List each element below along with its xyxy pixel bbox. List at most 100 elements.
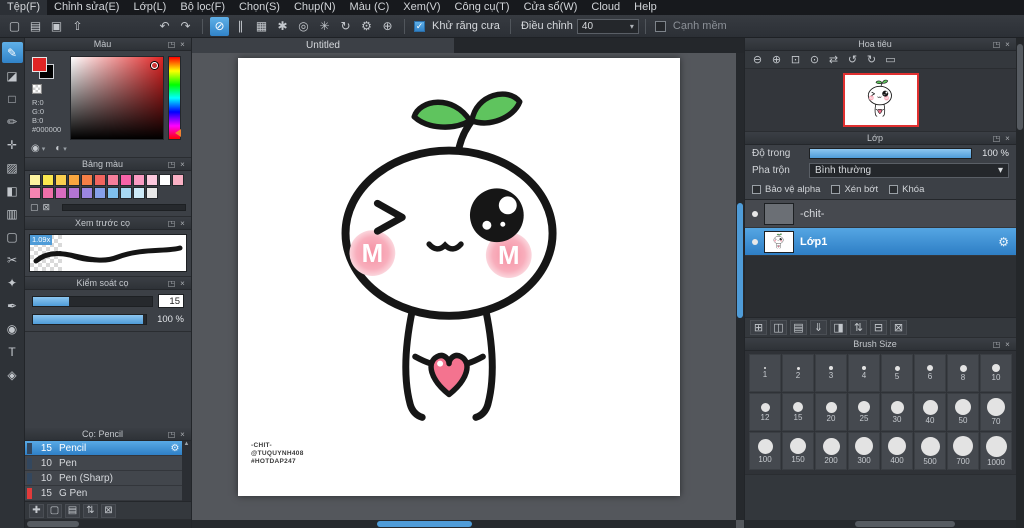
clipping-checkbox[interactable] [831,185,840,194]
brush-size-option[interactable]: 300 [848,432,880,470]
palette-swatch[interactable] [68,174,80,186]
popout-icon[interactable]: ◳ [166,160,177,169]
color-picker-cursor[interactable] [151,62,158,69]
brush-size-option[interactable]: 50 [947,393,979,431]
pen-nib-tool-button[interactable]: ✒ [2,295,23,316]
menu-edit[interactable]: Chỉnh sửa(E) [47,0,126,15]
close-icon[interactable]: × [1002,40,1013,49]
snap-radial-button[interactable]: ✳ [315,17,334,36]
marker-tool-button[interactable]: ▨ [2,157,23,178]
delete-layer-button[interactable]: ⊠ [890,320,907,335]
brush-size-option[interactable]: 100 [749,432,781,470]
hand-tool-button[interactable]: ◈ [2,364,23,385]
eyedropper-mode-icon[interactable]: ◉ [31,143,40,154]
adjust-dropdown[interactable]: 40 ▾ [577,19,639,34]
document-tab-untitled[interactable]: Untitled [192,38,454,53]
brush-size-option[interactable]: 25 [848,393,880,431]
snap-target-button[interactable]: ⊕ [378,17,397,36]
antialias-checkbox[interactable]: ✓ [414,21,425,32]
foreground-color-swatch[interactable] [32,57,47,72]
palette-swatch[interactable] [29,187,41,199]
palette-swatch[interactable] [55,187,67,199]
menu-tools[interactable]: Công cụ(T) [448,0,517,15]
snap-grid-button[interactable]: ▦ [252,17,271,36]
palette-swatch[interactable] [133,174,145,186]
scroll-up-icon[interactable]: ▲ [184,441,190,447]
palette-swatch[interactable] [172,174,184,186]
palette-swatch[interactable] [29,174,41,186]
menu-layer[interactable]: Lớp(L) [126,0,173,15]
clipping-button[interactable]: ◨ [830,320,847,335]
layer-opacity-slider[interactable] [809,148,972,159]
zoom-in-button[interactable]: ⊕ [768,52,785,67]
delete-swatch-button[interactable]: ⊠ [43,202,51,213]
eyedropper-tool-button[interactable]: ◉ [2,318,23,339]
canvas-vertical-scrollbar[interactable] [736,53,744,520]
brush-size-option[interactable]: 4 [848,354,880,392]
saturation-value-picker[interactable] [70,56,164,140]
palette-swatch[interactable] [159,174,171,186]
brush-size-option[interactable]: 12 [749,393,781,431]
popout-icon[interactable]: ◳ [166,430,177,439]
delete-brush-button[interactable]: ⊠ [101,504,116,518]
pen-tool-button[interactable]: ✏ [2,111,23,132]
canvas-horizontal-scrollbar[interactable] [192,520,736,528]
snap-settings-button[interactable]: ⚙ [357,17,376,36]
rotate-left-button[interactable]: ↺ [844,52,861,67]
brush-size-option[interactable]: 1000 [980,432,1012,470]
brush-size-slider[interactable] [32,296,153,307]
add-swatch-button[interactable]: ▢ [30,202,39,213]
zoom-fit-button[interactable]: ⊡ [787,52,804,67]
close-icon[interactable]: × [1002,134,1013,143]
left-column-hscrollbar[interactable] [25,520,191,528]
brush-size-option[interactable]: 1 [749,354,781,392]
canvas-viewport[interactable]: -CHIT- @TUQUYNH408 #HOTDAP247 [192,53,744,528]
palette-swatch[interactable] [94,174,106,186]
brush-size-option[interactable]: 40 [914,393,946,431]
brush-size-option[interactable]: 30 [881,393,913,431]
duplicate-layer-button[interactable]: ◫ [770,320,787,335]
brush-size-option[interactable]: 8 [947,354,979,392]
menu-cloud[interactable]: Cloud [584,0,627,15]
caret-down-icon[interactable]: ▾ [42,145,46,153]
popout-icon[interactable]: ◳ [991,134,1002,143]
hue-slider[interactable] [168,56,181,140]
new-layer-button[interactable]: ⊞ [750,320,767,335]
palette-swatch[interactable] [94,187,106,199]
transparent-color-swatch[interactable] [32,84,42,94]
brush-settings-gear-icon[interactable]: ⚙ [168,443,182,454]
palette-swatch[interactable] [68,187,80,199]
brush-row-g-pen[interactable]: 15 G Pen [25,486,182,501]
layer-row-chit[interactable]: -chit- [745,200,1016,228]
select-tool-button[interactable]: ▢ [2,226,23,247]
palette-swatch[interactable] [107,187,119,199]
menu-select[interactable]: Chọn(S) [232,0,287,15]
hue-slider-marker[interactable] [175,129,181,137]
reset-view-button[interactable]: ▭ [882,52,899,67]
zoom-out-button[interactable]: ⊖ [749,52,766,67]
palette-swatch[interactable] [81,187,93,199]
brush-opacity-slider[interactable] [32,314,147,325]
palette-swatch[interactable] [107,174,119,186]
menu-snap[interactable]: Chụp(N) [287,0,343,15]
redo-button[interactable]: ↷ [176,17,195,36]
flip-view-button[interactable]: ⇄ [825,52,842,67]
text-tool-button[interactable]: T [2,341,23,362]
palette-swatch[interactable] [120,187,132,199]
layer-settings-gear-icon[interactable]: ⚙ [998,235,1009,249]
menu-help[interactable]: Help [627,0,664,15]
layer-visibility-icon[interactable] [752,239,758,245]
palette-swatch[interactable] [133,187,145,199]
brush-size-option[interactable]: 20 [815,393,847,431]
brush-size-option[interactable]: 2 [782,354,814,392]
palette-swatch[interactable] [120,174,132,186]
brush-size-option[interactable]: 10 [980,354,1012,392]
snap-circle-button[interactable]: ◎ [294,17,313,36]
navigator-thumbnail[interactable] [843,73,919,127]
close-icon[interactable]: × [177,279,188,288]
undo-button[interactable]: ↶ [155,17,174,36]
merge-down-button[interactable]: ⇓ [810,320,827,335]
move-tool-button[interactable]: ✛ [2,134,23,155]
snap-vanishing-button[interactable]: ✱ [273,17,292,36]
menu-filter[interactable]: Bộ lọc(F) [173,0,232,15]
